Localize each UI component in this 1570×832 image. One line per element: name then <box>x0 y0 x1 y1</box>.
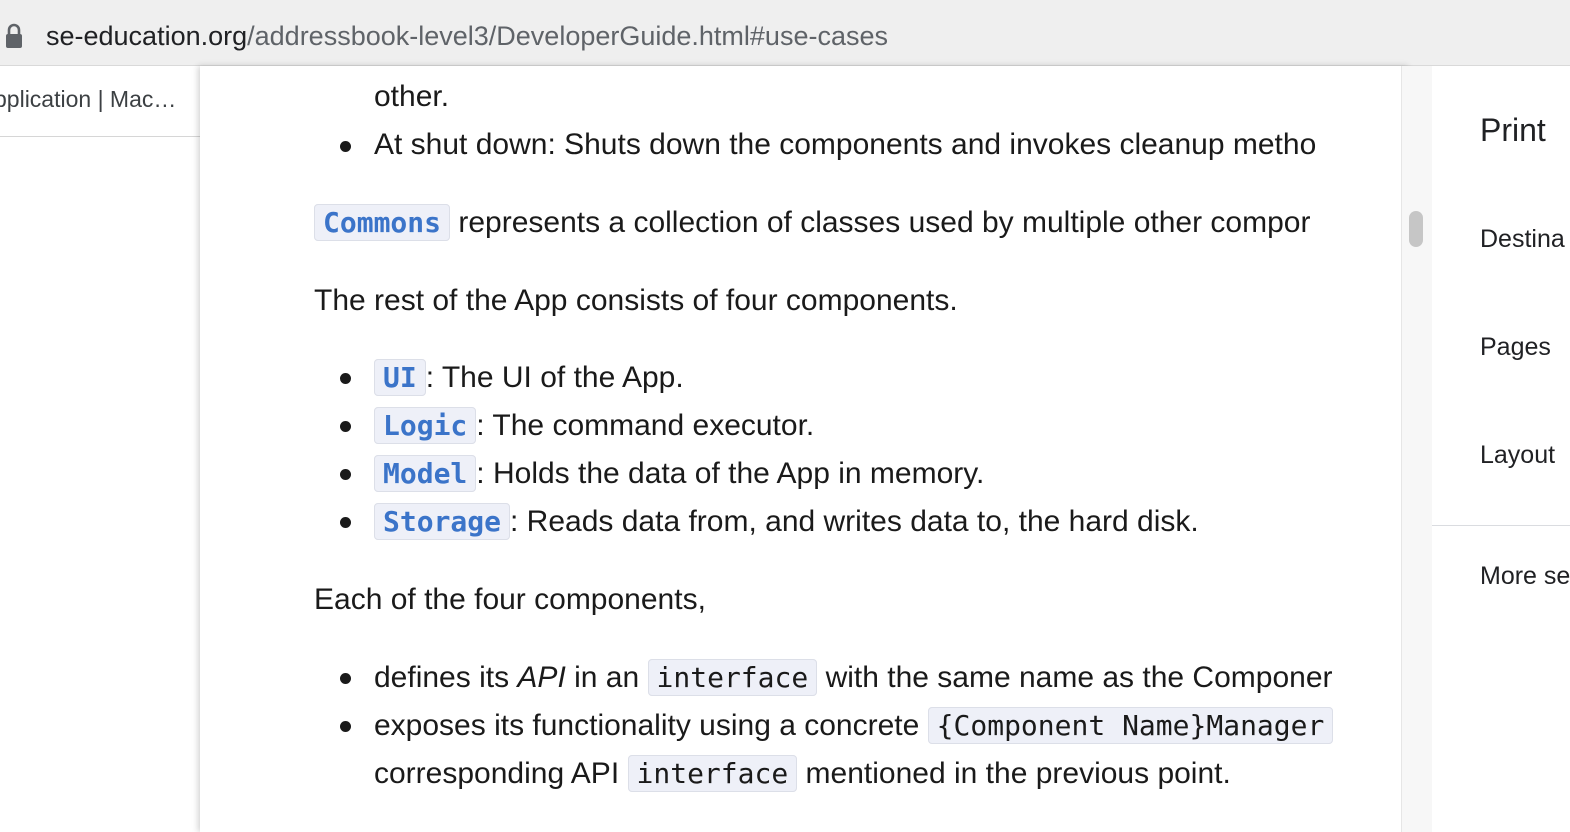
exposes-prefix: exposes its functionality using a concre… <box>374 709 928 742</box>
lock-icon <box>6 23 22 48</box>
pages-label[interactable]: Pages <box>1480 331 1551 363</box>
url-host: se-education.org <box>46 21 248 51</box>
bullet <box>340 721 351 732</box>
bullet <box>340 421 351 432</box>
logic-link[interactable]: Logic <box>374 407 477 444</box>
defines-item: defines its API in an interface with the… <box>374 654 1333 702</box>
shutdown-item: At shut down: Shuts down the components … <box>374 128 1317 161</box>
component-item-ui: UI: The UI of the App. <box>374 354 684 402</box>
api-emphasis: API <box>517 661 566 694</box>
bullet <box>340 141 351 152</box>
commons-link[interactable]: Commons <box>314 204 451 241</box>
model-link[interactable]: Model <box>374 455 477 492</box>
model-desc: : Holds the data of the App in memory. <box>476 457 985 490</box>
bullet <box>340 469 351 480</box>
print-preview[interactable]: other. At shut down: Shuts down the comp… <box>202 66 1401 832</box>
commons-text: represents a collection of classes used … <box>458 206 1311 239</box>
background-tab[interactable]: pplication | Mac… <box>0 66 200 137</box>
layout-label[interactable]: Layout <box>1480 439 1555 471</box>
logic-desc: : The command executor. <box>476 409 815 442</box>
commons-paragraph: Commons represents a collection of class… <box>314 199 1310 247</box>
corresponding-suffix: mentioned in the previous point. <box>797 757 1231 790</box>
url-path: /addressbook-level3/DeveloperGuide.html#… <box>247 21 888 51</box>
bullet <box>340 673 351 684</box>
each-intro: Each of the four components, <box>314 583 706 616</box>
more-settings-toggle[interactable]: More se <box>1480 560 1570 592</box>
preview-scrollbar[interactable] <box>1401 66 1433 832</box>
rest-intro: The rest of the App consists of four com… <box>314 284 958 317</box>
component-item-storage: Storage: Reads data from, and writes dat… <box>374 498 1199 546</box>
exposes-item-continued: corresponding API interface mentioned in… <box>374 750 1231 798</box>
destination-label[interactable]: Destina <box>1480 223 1565 255</box>
interface-code-2: interface <box>627 755 798 792</box>
url-text[interactable]: se-education.org/addressbook-level3/Deve… <box>46 18 888 54</box>
storage-desc: : Reads data from, and writes data to, t… <box>510 505 1199 538</box>
panel-divider <box>1432 525 1570 526</box>
print-settings-panel: Print Destina Pages Layout More se <box>1432 66 1570 832</box>
address-bar[interactable]: se-education.org/addressbook-level3/Deve… <box>0 0 1570 66</box>
defines-suffix: with the same name as the Componer <box>817 661 1333 694</box>
background-tab-label: pplication | Mac… <box>0 86 177 112</box>
component-item-model: Model: Holds the data of the App in memo… <box>374 450 984 498</box>
scrollbar-thumb[interactable] <box>1409 211 1423 247</box>
defines-mid: in an <box>565 661 648 694</box>
interface-code: interface <box>647 659 818 696</box>
exposes-item: exposes its functionality using a concre… <box>374 702 1334 750</box>
background-page <box>0 66 210 832</box>
defines-prefix: defines its <box>374 661 518 694</box>
text-line-other: other. <box>374 80 450 113</box>
ui-desc: : The UI of the App. <box>425 361 684 394</box>
bullet <box>340 373 351 384</box>
print-title: Print <box>1480 112 1546 148</box>
manager-code: {Component Name}Manager <box>927 707 1334 744</box>
corresponding-prefix: corresponding API <box>374 757 628 790</box>
component-item-logic: Logic: The command executor. <box>374 402 814 450</box>
bullet <box>340 517 351 528</box>
ui-link[interactable]: UI <box>374 359 426 396</box>
storage-link[interactable]: Storage <box>374 503 511 540</box>
